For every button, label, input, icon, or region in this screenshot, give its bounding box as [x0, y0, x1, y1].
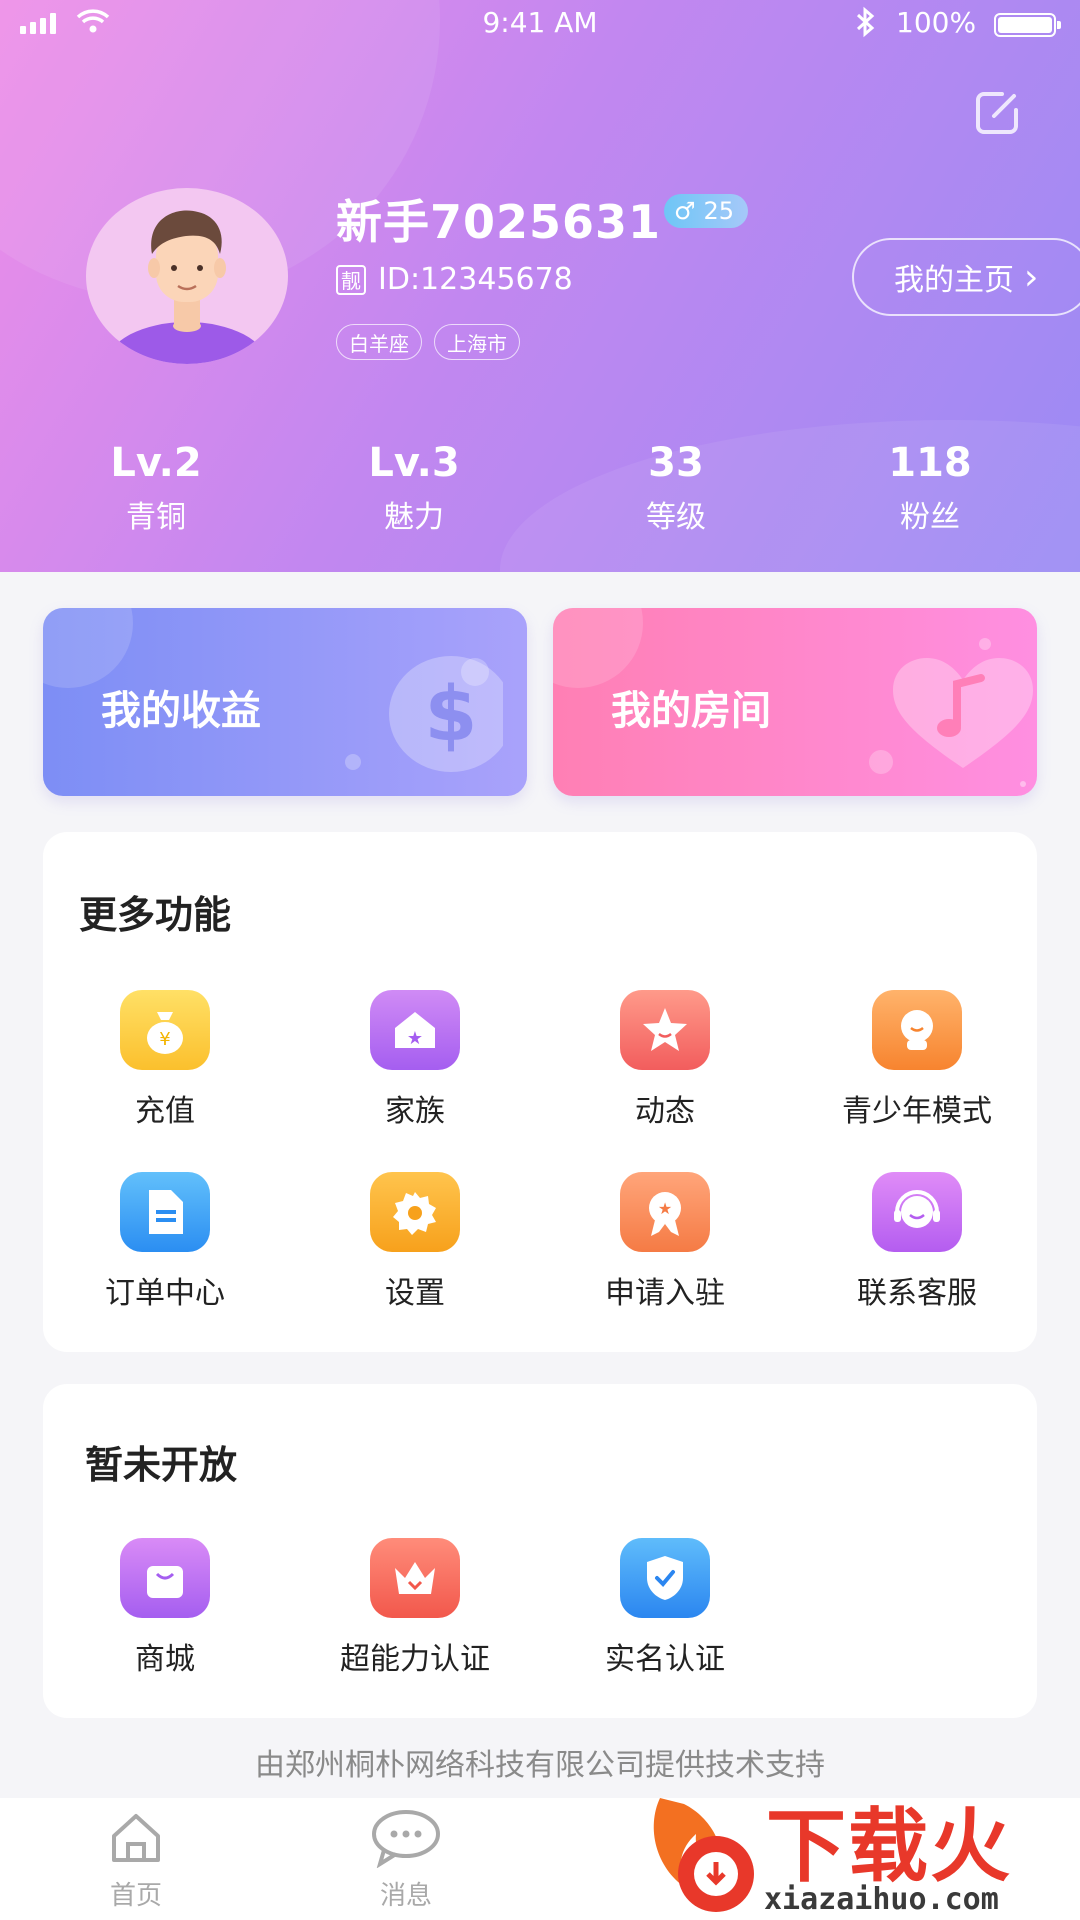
headset-icon — [872, 1172, 962, 1252]
watermark-logo: 下载火 xiazaihuo.com — [636, 1778, 1080, 1920]
stat-label: 等级 — [646, 500, 706, 535]
tab-messages[interactable]: 消息 — [346, 1808, 466, 1912]
my-homepage-label: 我的主页 — [894, 263, 1014, 298]
my-room-card[interactable]: 我的房间 — [553, 608, 1037, 796]
stat-label: 青铜 — [126, 500, 186, 535]
edit-profile-icon[interactable] — [972, 88, 1022, 138]
user-id-row: 靓 ID:12345678 — [336, 262, 573, 297]
feature-label: 超能力认证 — [340, 1642, 490, 1677]
function-label: 充值 — [135, 1094, 195, 1129]
document-icon — [120, 1172, 210, 1252]
tag-zodiac: 白羊座 — [336, 324, 422, 360]
chevron-right-icon: › — [1024, 256, 1039, 298]
feature-realname-cert[interactable]: 实名认证 — [565, 1538, 765, 1678]
function-youth-mode[interactable]: 青少年模式 — [817, 990, 1017, 1130]
more-functions-title: 更多功能 — [79, 893, 232, 937]
function-label: 联系客服 — [857, 1276, 977, 1311]
feature-label: 实名认证 — [605, 1642, 725, 1677]
star-icon — [620, 990, 710, 1070]
my-room-label: 我的房间 — [611, 688, 771, 734]
not-open-card: 暂未开放 商城 超能力认证 实名认证 — [43, 1384, 1037, 1718]
function-label: 申请入驻 — [605, 1276, 725, 1311]
flame-logo-icon — [653, 1798, 754, 1912]
tab-label: 首页 — [109, 1881, 162, 1911]
profile-header: 9:41 AM 100% 新手7025631 ♂ 25 靓 ID:1234567… — [0, 0, 1080, 572]
shopping-bag-icon — [120, 1538, 210, 1618]
more-functions-card: 更多功能 ¥ 充值 ★ 家族 动态 青少年模式 订单中心 设置 ★ 申请入驻 联… — [43, 832, 1037, 1352]
function-label: 家族 — [385, 1094, 445, 1129]
tab-label: 消息 — [379, 1881, 432, 1911]
chat-icon — [346, 1808, 466, 1875]
home-icon — [76, 1808, 196, 1875]
stat-label: 魅力 — [384, 500, 444, 535]
music-heart-icon — [853, 634, 1037, 796]
battery-percent: 100% — [896, 6, 977, 39]
function-apply-join[interactable]: ★ 申请入驻 — [565, 1172, 765, 1312]
stat-label: 粉丝 — [900, 500, 960, 535]
bluetooth-icon — [852, 6, 878, 45]
function-label: 动态 — [635, 1094, 695, 1129]
stat-level[interactable]: 33 等级 — [576, 440, 776, 536]
card-decoration — [553, 608, 643, 688]
function-moments[interactable]: 动态 — [565, 990, 765, 1130]
stat-value: Lv.3 — [368, 440, 460, 486]
function-recharge[interactable]: ¥ 充值 — [65, 990, 265, 1130]
feature-superpower-cert[interactable]: 超能力认证 — [315, 1538, 515, 1678]
avatar[interactable] — [86, 188, 288, 364]
youth-icon — [872, 990, 962, 1070]
user-id: ID:12345678 — [378, 262, 573, 297]
money-bag-icon: ¥ — [120, 990, 210, 1070]
function-settings[interactable]: 设置 — [315, 1172, 515, 1312]
function-label: 设置 — [385, 1276, 445, 1311]
profile-tags: 白羊座 上海市 — [336, 324, 520, 360]
gender-age-badge: ♂ 25 — [664, 194, 749, 228]
status-bar: 9:41 AM 100% — [0, 0, 1080, 50]
stat-value: 118 — [888, 440, 972, 486]
dollar-coin-icon: $ — [343, 644, 513, 784]
stat-charm[interactable]: Lv.3 魅力 — [314, 440, 514, 536]
function-label: 青少年模式 — [842, 1094, 992, 1129]
watermark-brand: 下载火 — [766, 1800, 1012, 1893]
svg-text:¥: ¥ — [159, 1029, 170, 1050]
my-earnings-label: 我的收益 — [101, 688, 261, 734]
age-value: 25 — [703, 197, 735, 225]
function-order-center[interactable]: 订单中心 — [65, 1172, 265, 1312]
function-contact-support[interactable]: 联系客服 — [817, 1172, 1017, 1312]
username: 新手7025631 — [336, 195, 662, 249]
card-decoration — [43, 608, 133, 688]
svg-text:★: ★ — [658, 1199, 672, 1218]
pretty-id-badge-icon: 靓 — [336, 264, 366, 295]
male-icon: ♂ — [674, 197, 696, 225]
crown-icon — [370, 1538, 460, 1618]
svg-text:$: $ — [425, 669, 478, 758]
house-icon: ★ — [370, 990, 460, 1070]
feature-mall[interactable]: 商城 — [65, 1538, 265, 1678]
not-open-title: 暂未开放 — [85, 1443, 238, 1487]
function-family[interactable]: ★ 家族 — [315, 990, 515, 1130]
tab-home[interactable]: 首页 — [76, 1808, 196, 1912]
stat-value: 33 — [648, 440, 704, 486]
medal-icon: ★ — [620, 1172, 710, 1252]
feature-label: 商城 — [135, 1642, 195, 1677]
shield-check-icon — [620, 1538, 710, 1618]
battery-icon — [994, 13, 1061, 37]
stat-bronze[interactable]: Lv.2 青铜 — [56, 440, 256, 536]
my-homepage-button[interactable]: 我的主页 › — [852, 238, 1080, 316]
stat-value: Lv.2 — [110, 440, 202, 486]
stat-fans[interactable]: 118 粉丝 — [830, 440, 1030, 536]
tag-city: 上海市 — [434, 324, 520, 360]
function-label: 订单中心 — [105, 1276, 225, 1311]
svg-text:★: ★ — [407, 1028, 423, 1049]
watermark-url: xiazaihuo.com — [764, 1882, 999, 1917]
my-earnings-card[interactable]: 我的收益 $ — [43, 608, 527, 796]
gear-icon — [370, 1172, 460, 1252]
